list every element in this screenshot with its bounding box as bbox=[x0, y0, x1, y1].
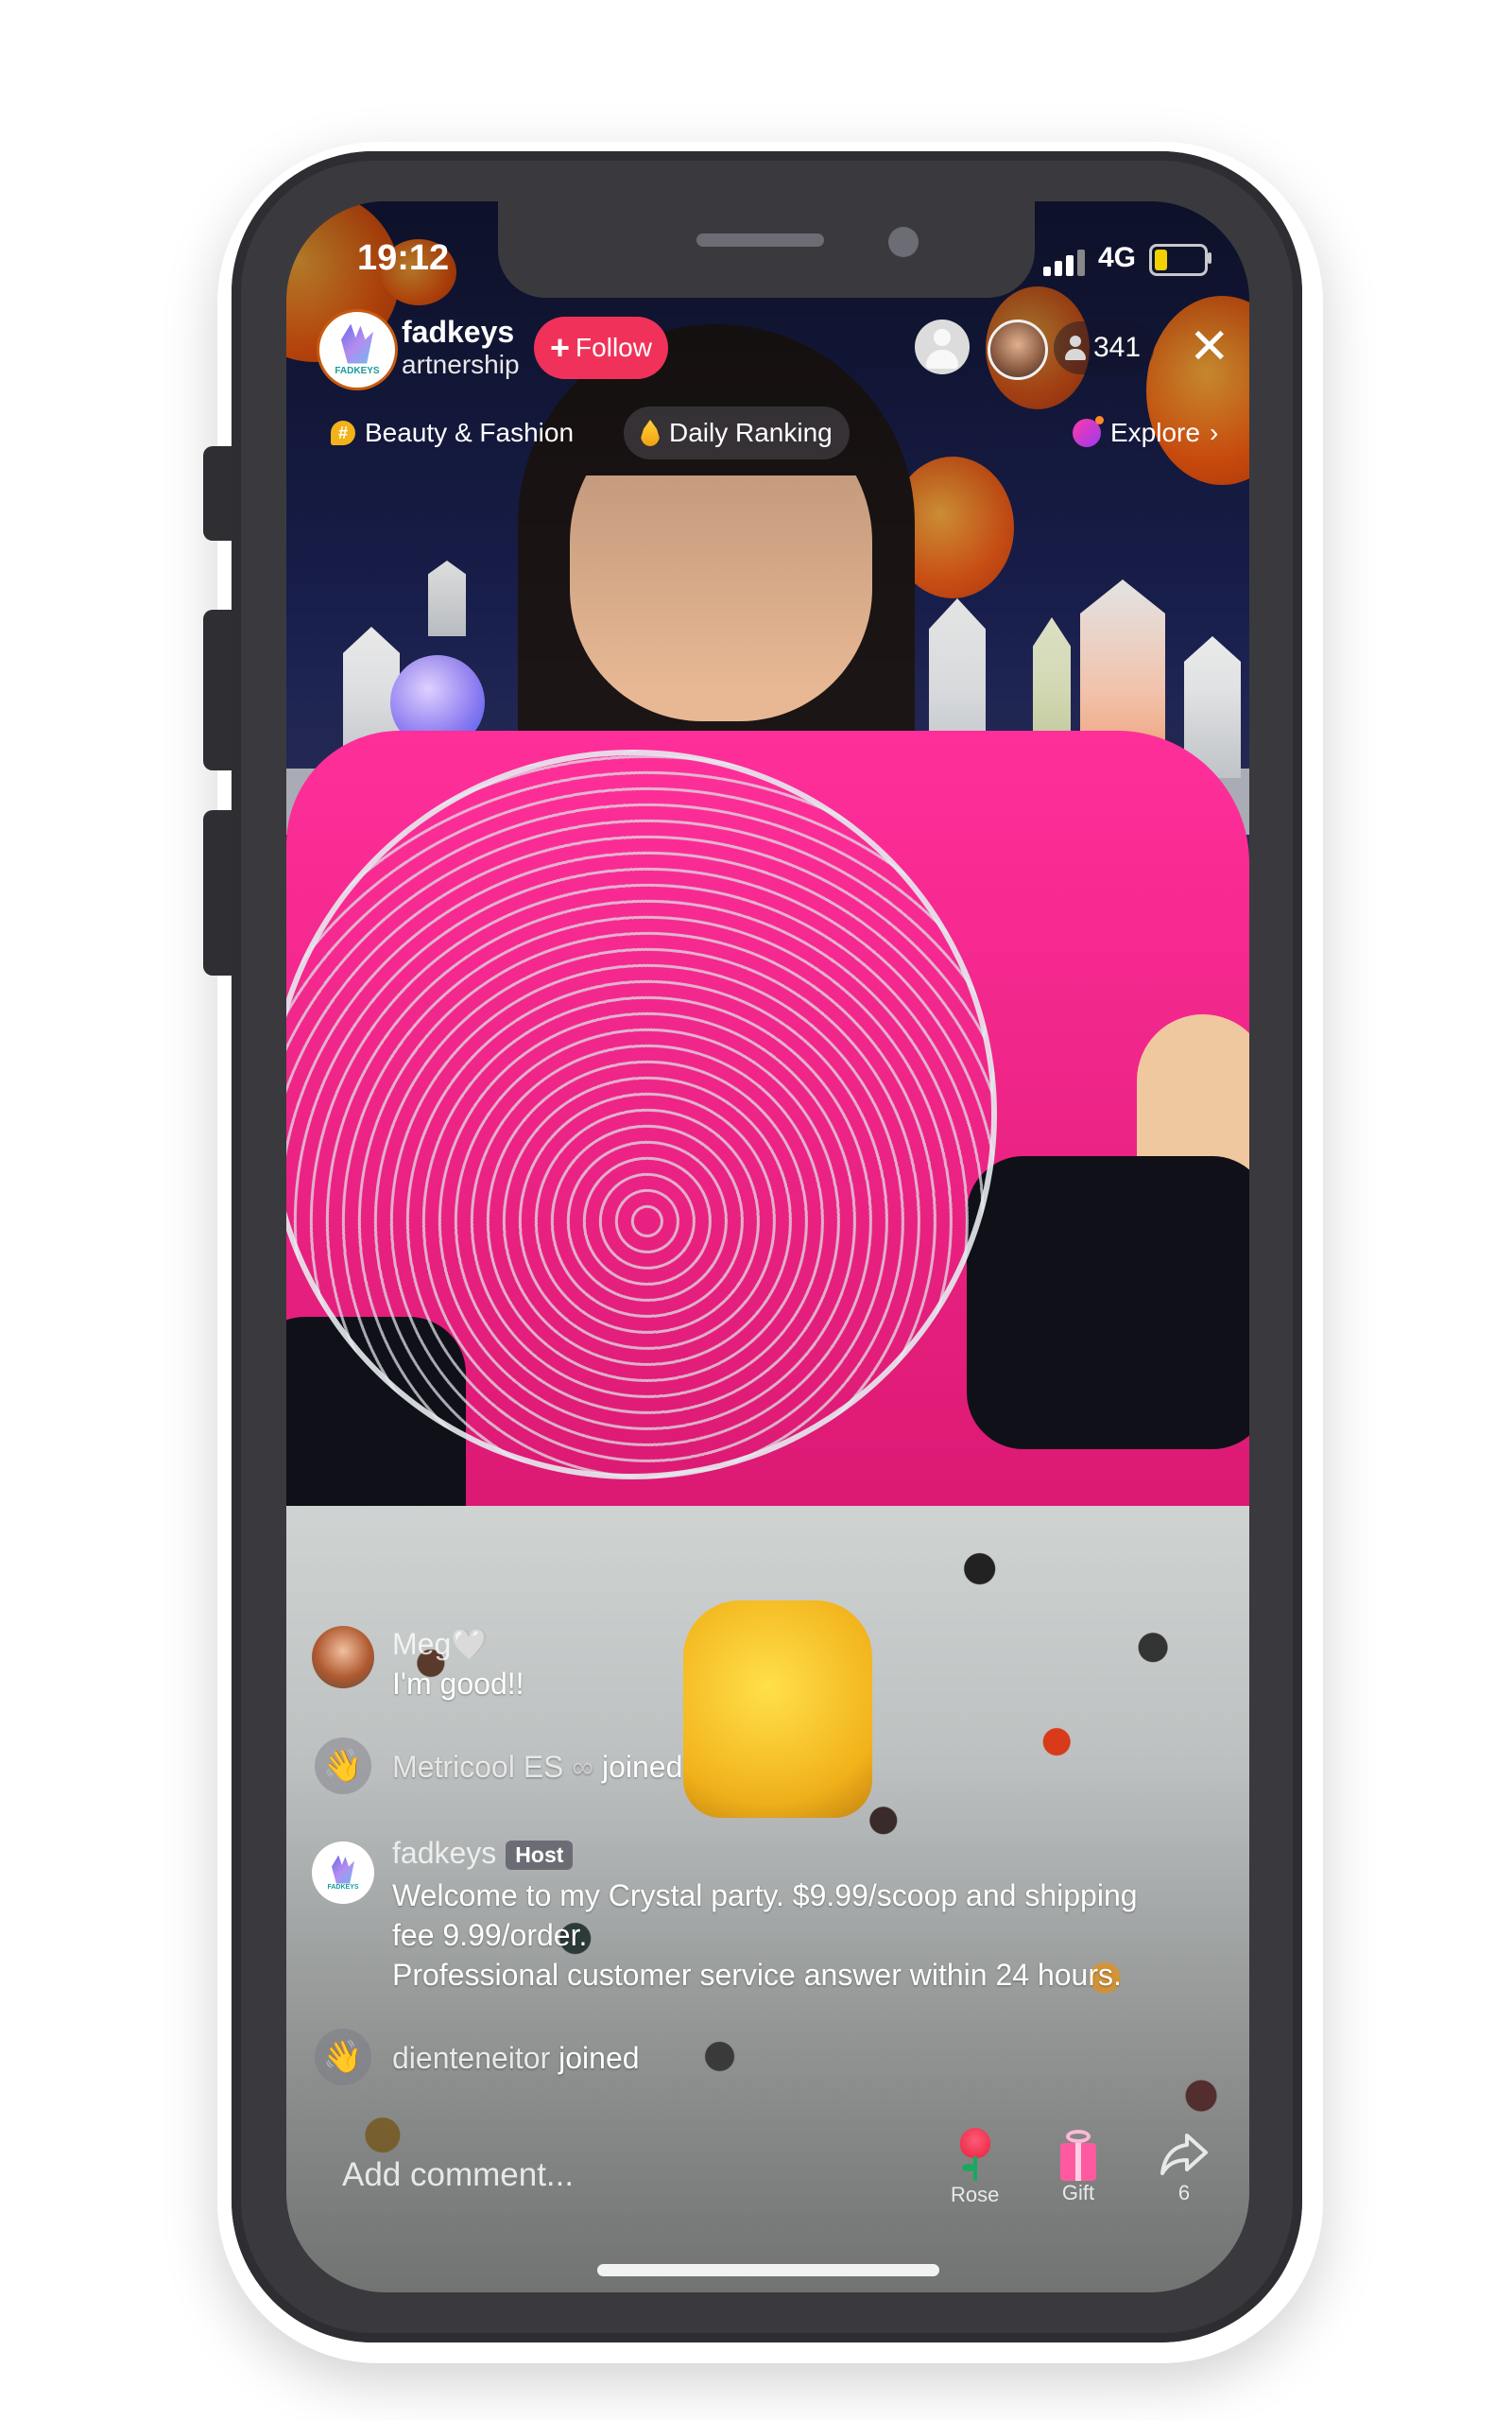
status-time: 19:12 bbox=[357, 238, 450, 278]
join-message: dienteneitor joined bbox=[392, 2041, 640, 2075]
battery-level bbox=[1155, 250, 1167, 270]
plus-icon: + bbox=[550, 328, 571, 367]
battery-icon bbox=[1149, 244, 1208, 276]
comment-user[interactable]: fadkeys Host bbox=[392, 1836, 574, 1871]
rose-label: Rose bbox=[951, 2183, 1000, 2206]
close-icon[interactable]: ✕ bbox=[1183, 320, 1230, 373]
gift-label: Gift bbox=[1061, 2181, 1095, 2204]
follow-button[interactable]: + Follow bbox=[534, 317, 668, 379]
host-name[interactable]: fadkeys bbox=[402, 315, 514, 350]
host-avatar[interactable]: FADKEYS bbox=[317, 309, 398, 390]
planet-icon bbox=[1073, 416, 1104, 447]
explore-button[interactable]: Explore › bbox=[1073, 411, 1218, 455]
comment-text: fee 9.99/order. bbox=[392, 1918, 588, 1952]
speaker-grille bbox=[696, 233, 824, 247]
wave-hand-icon: 👋 bbox=[315, 2029, 371, 2085]
hashtag-icon: # bbox=[331, 421, 355, 445]
gift-button[interactable]: Gift bbox=[1051, 2127, 1106, 2206]
category-label: Beauty & Fashion bbox=[365, 418, 575, 447]
comment-text: Welcome to my Crystal party. $9.99/scoop… bbox=[392, 1878, 1138, 1912]
battery-tip bbox=[1208, 252, 1211, 264]
explore-label: Explore bbox=[1110, 418, 1200, 447]
front-camera bbox=[888, 227, 919, 257]
avatar[interactable] bbox=[312, 1626, 374, 1688]
gift-icon bbox=[1057, 2128, 1100, 2181]
signal-icon bbox=[1043, 250, 1085, 276]
follow-label: Follow bbox=[576, 333, 652, 362]
home-indicator[interactable] bbox=[597, 2264, 939, 2276]
join-message: Metricool ES ∞ joined bbox=[392, 1750, 683, 1784]
glove bbox=[967, 1156, 1249, 1449]
network-type: 4G bbox=[1098, 242, 1137, 273]
host-avatar-brand: FADKEYS bbox=[327, 1883, 359, 1891]
flame-icon bbox=[641, 420, 660, 446]
comment-user[interactable]: Meg🤍 bbox=[392, 1626, 489, 1662]
viewer-count: 341 bbox=[1093, 332, 1142, 363]
comment-text: I'm good!! bbox=[392, 1667, 524, 1701]
share-icon bbox=[1160, 2134, 1208, 2175]
top-viewer-avatar[interactable] bbox=[988, 320, 1048, 380]
chevron-right-icon: › bbox=[1209, 418, 1219, 447]
wave-hand-icon: 👋 bbox=[315, 1737, 371, 1794]
category-label: Daily Ranking bbox=[669, 418, 833, 447]
host-subtitle: artnership bbox=[402, 350, 520, 379]
share-button[interactable]: 6 bbox=[1153, 2127, 1215, 2206]
category-beauty-fashion[interactable]: # Beauty & Fashion bbox=[331, 411, 574, 455]
rose-gift-button[interactable]: Rose bbox=[945, 2127, 1005, 2208]
crystal-logo-icon bbox=[332, 1855, 354, 1884]
category-daily-ranking[interactable]: Daily Ranking bbox=[624, 406, 850, 459]
top-viewer-avatar[interactable] bbox=[915, 320, 970, 374]
notch bbox=[498, 201, 1035, 298]
host-comment-avatar[interactable]: FADKEYS bbox=[312, 1841, 374, 1904]
comment-text: Professional customer service answer wit… bbox=[392, 1958, 1122, 1992]
person-icon bbox=[1065, 336, 1086, 360]
add-comment-input[interactable] bbox=[340, 2146, 873, 2204]
viewer-count-button[interactable]: 341 bbox=[1054, 321, 1155, 374]
host-avatar-brand: FADKEYS bbox=[335, 365, 380, 376]
host-badge: Host bbox=[506, 1841, 574, 1871]
rose-icon bbox=[956, 2128, 994, 2183]
crystal-logo-icon bbox=[341, 323, 373, 364]
share-count: 6 bbox=[1177, 2181, 1191, 2204]
